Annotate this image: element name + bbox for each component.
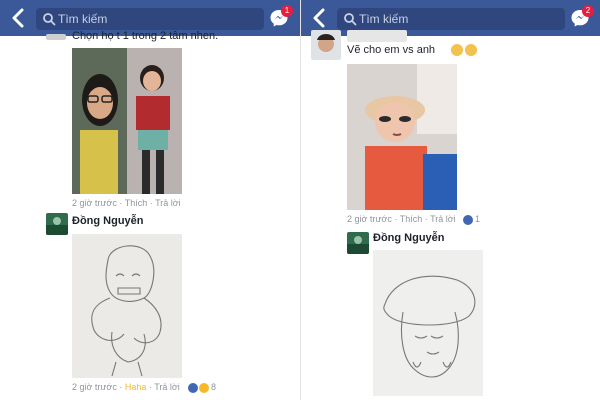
smile-emoji-icon <box>465 44 477 56</box>
comment-meta: 2 giờ trước · Thích · Trả lời <box>347 214 456 224</box>
commenter-name[interactable]: Đồng Nguyễn <box>373 232 445 244</box>
left-screenshot-panel: Tìm kiếm 1 Chọn họ t 1 trong 2 tâm nhen. <box>0 0 300 400</box>
chevron-left-icon <box>12 8 24 28</box>
avatar <box>46 34 66 40</box>
back-button[interactable] <box>8 6 30 30</box>
photo-image <box>72 48 182 194</box>
comment-photo[interactable] <box>373 250 483 396</box>
sketch-image <box>373 250 483 396</box>
messenger-badge: 1 <box>281 5 293 17</box>
avatar[interactable] <box>46 213 68 235</box>
search-icon <box>344 13 357 26</box>
profile-picture <box>347 232 369 254</box>
comment-meta: 2 giờ trước · Haha · Trả lời <box>72 382 180 392</box>
like-link[interactable]: Thích <box>400 214 423 224</box>
search-input[interactable]: Tìm kiếm <box>337 8 565 30</box>
avatar[interactable] <box>311 30 341 60</box>
search-placeholder: Tìm kiếm <box>359 12 409 26</box>
commenter-name[interactable]: Đồng Nguyễn <box>72 215 144 227</box>
sketch-image <box>72 234 182 378</box>
avatar[interactable] <box>347 232 369 254</box>
like-link[interactable]: Thích <box>125 198 148 208</box>
search-placeholder: Tìm kiếm <box>58 12 108 26</box>
reaction-count[interactable]: 8 <box>211 382 216 392</box>
haha-reaction-link[interactable]: Haha <box>125 382 147 392</box>
smile-emoji-icon <box>451 44 463 56</box>
top-navigation-bar: Tìm kiếm 2 <box>301 0 600 36</box>
comment-meta: 2 giờ trước · Thích · Trả lời <box>72 198 181 208</box>
timestamp: 2 giờ trước <box>72 198 117 208</box>
messenger-badge: 2 <box>582 5 594 17</box>
redacted-name <box>347 30 407 42</box>
like-icon <box>463 215 473 225</box>
profile-picture <box>311 30 341 60</box>
right-screenshot-panel: Tìm kiếm 2 Vẽ cho em vs anh 2 giờ trước … <box>300 0 600 400</box>
profile-picture <box>46 213 68 235</box>
comment-photo[interactable] <box>72 234 182 378</box>
comment-text: Chọn họ t 1 trong 2 tâm nhen. <box>72 30 219 42</box>
photo-image <box>347 64 457 210</box>
search-input[interactable]: Tìm kiếm <box>36 8 264 30</box>
comment-photo[interactable] <box>347 64 457 210</box>
like-icon <box>188 383 198 393</box>
reaction-count[interactable]: 1 <box>475 214 480 224</box>
comment-photo[interactable] <box>72 48 182 194</box>
timestamp: 2 giờ trước <box>72 382 117 392</box>
reply-link[interactable]: Trả lời <box>154 382 180 392</box>
back-button[interactable] <box>309 6 331 30</box>
timestamp: 2 giờ trước <box>347 214 392 224</box>
reply-link[interactable]: Trả lời <box>155 198 181 208</box>
search-icon <box>43 13 56 26</box>
comment-text: Vẽ cho em vs anh <box>347 44 436 56</box>
reply-link[interactable]: Trả lời <box>430 214 456 224</box>
chevron-left-icon <box>313 8 325 28</box>
haha-icon <box>199 383 209 393</box>
